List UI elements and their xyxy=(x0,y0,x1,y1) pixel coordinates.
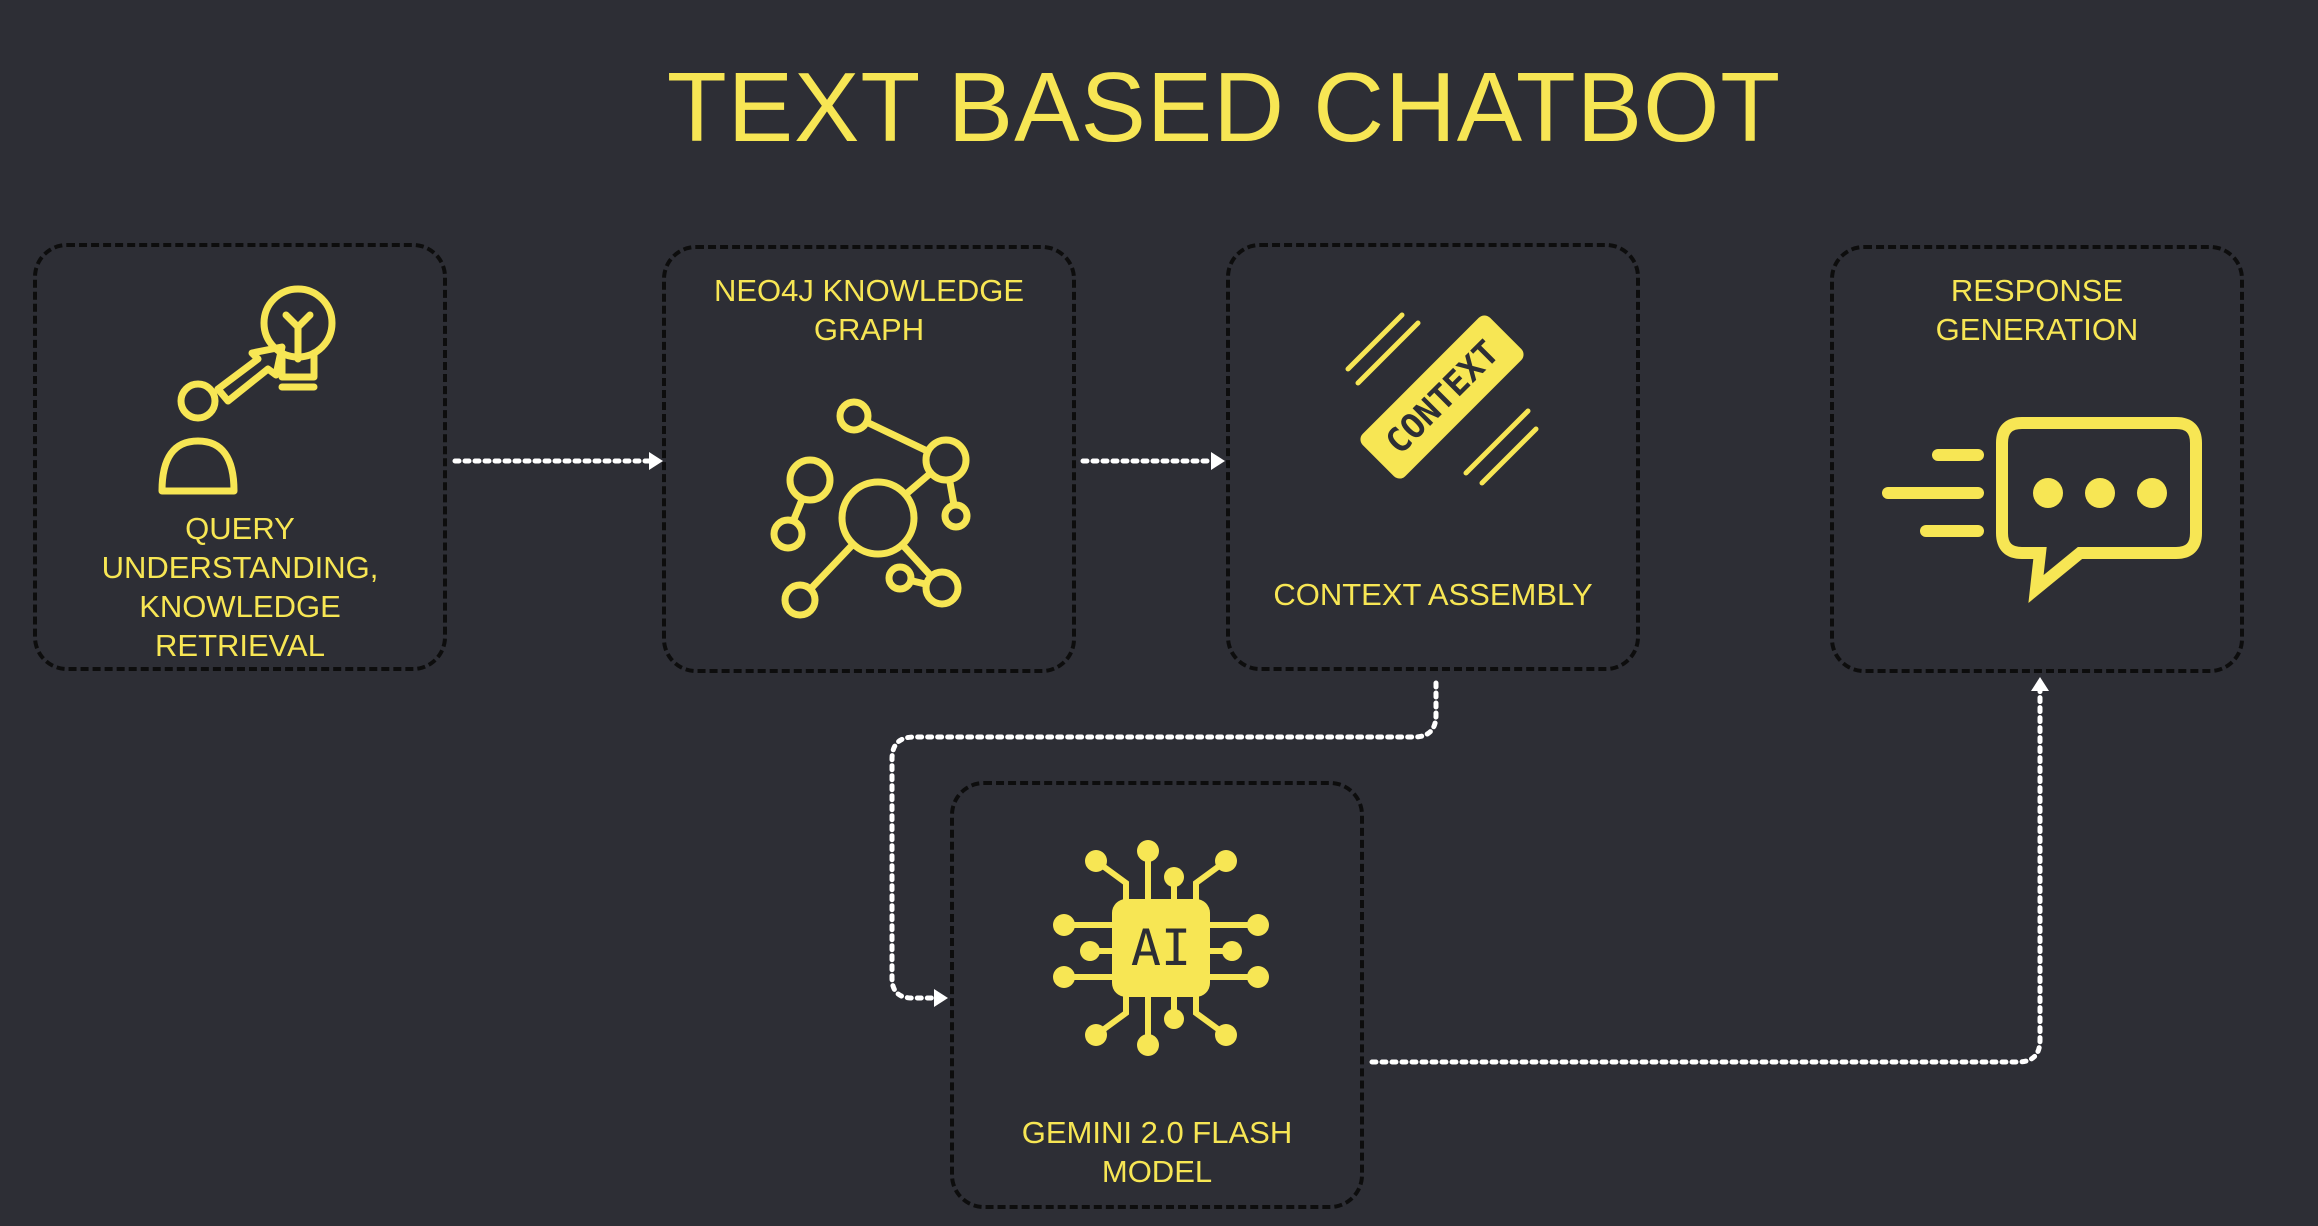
node-label: CONTEXT ASSEMBLY xyxy=(1273,577,1593,612)
arrowhead-gemini xyxy=(934,989,948,1007)
node-context-assembly: CONTEXT CONTEXT ASSEMBLY xyxy=(1226,243,1640,671)
ai-chip-icon: AI xyxy=(1053,840,1269,1056)
node-gemini-model: AI GEMINI 2.0 FLASH MODEL xyxy=(950,781,1364,1209)
ai-chip-text: AI xyxy=(1131,919,1191,977)
context-stamp-text: CONTEXT xyxy=(1378,333,1508,463)
network-graph-icon xyxy=(770,398,971,619)
node-response-generation: RESPONSE GENERATION xyxy=(1830,245,2244,673)
arrowhead-context xyxy=(1211,452,1225,470)
connector-gemini-to-response xyxy=(1369,687,2043,1065)
arrowhead-response xyxy=(2031,677,2049,691)
node-knowledge-graph: NEO4J KNOWLEDGE GRAPH xyxy=(662,245,1076,673)
context-stamp-icon: CONTEXT xyxy=(1345,312,1539,486)
node-label: QUERY UNDERSTANDING, KNOWLEDGE RETRIEVAL xyxy=(101,511,379,663)
node-label: NEO4J KNOWLEDGE GRAPH xyxy=(713,273,1025,347)
node-query-understanding: QUERY UNDERSTANDING, KNOWLEDGE RETRIEVAL xyxy=(33,243,447,671)
node-label: GEMINI 2.0 FLASH MODEL xyxy=(1021,1115,1293,1189)
node-label: RESPONSE GENERATION xyxy=(1935,273,2139,347)
arrowhead-graph xyxy=(649,452,663,470)
chat-bubble-icon xyxy=(1882,417,2202,603)
user-idea-icon xyxy=(158,285,336,495)
